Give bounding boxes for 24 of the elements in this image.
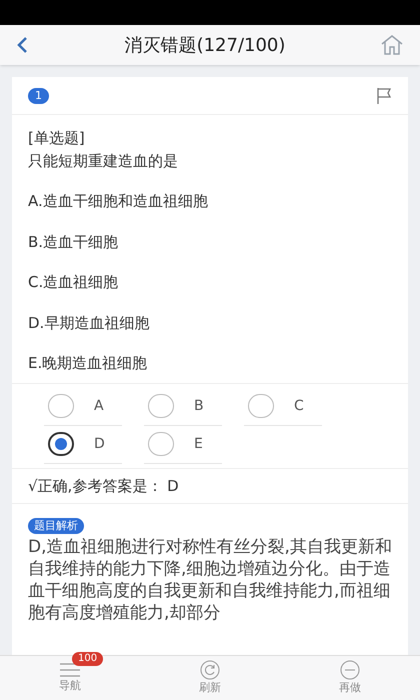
minus-circle-icon bbox=[340, 660, 360, 680]
back-icon[interactable] bbox=[16, 35, 30, 55]
option-text: D.早期造血祖细胞 bbox=[28, 312, 150, 334]
choice-radio[interactable]: A bbox=[44, 388, 122, 426]
question-stem: 只能短期重建造血的是 bbox=[28, 150, 179, 172]
count-badge: 100 bbox=[72, 652, 104, 666]
choice-radio[interactable]: B bbox=[144, 388, 222, 426]
flag-icon[interactable] bbox=[376, 86, 392, 104]
home-icon[interactable] bbox=[380, 34, 404, 56]
option-text: E.晚期造血祖细胞 bbox=[28, 353, 148, 374]
choice-radio[interactable]: D bbox=[44, 426, 122, 464]
menu-icon bbox=[58, 662, 82, 678]
option-text: B.造血干细胞 bbox=[28, 232, 120, 252]
option-text: A.造血干细胞和造血祖细胞 bbox=[28, 191, 209, 212]
choice-radio[interactable]: C bbox=[244, 388, 322, 426]
answer-result: √正确,参考答案是： D bbox=[12, 468, 408, 503]
analysis-tag: 题目解析 bbox=[28, 518, 84, 534]
page-title: 消灭错题(127/100) bbox=[124, 34, 286, 58]
choice-radio[interactable]: E bbox=[144, 426, 222, 464]
option-text: C.造血祖细胞 bbox=[28, 272, 120, 293]
question-number-badge: 1 bbox=[28, 88, 49, 104]
analysis-text: D,造血祖细胞进行对称性有丝分裂,其自我更新和自我维持的能力下降,细胞边增殖边分化。由于造血干细胞高度的自我更新和自我维持能力,而祖细胞有高度增殖能力,却部分 bbox=[28, 536, 393, 624]
question-type: [单选题] bbox=[28, 128, 86, 149]
refresh-icon bbox=[200, 660, 220, 680]
